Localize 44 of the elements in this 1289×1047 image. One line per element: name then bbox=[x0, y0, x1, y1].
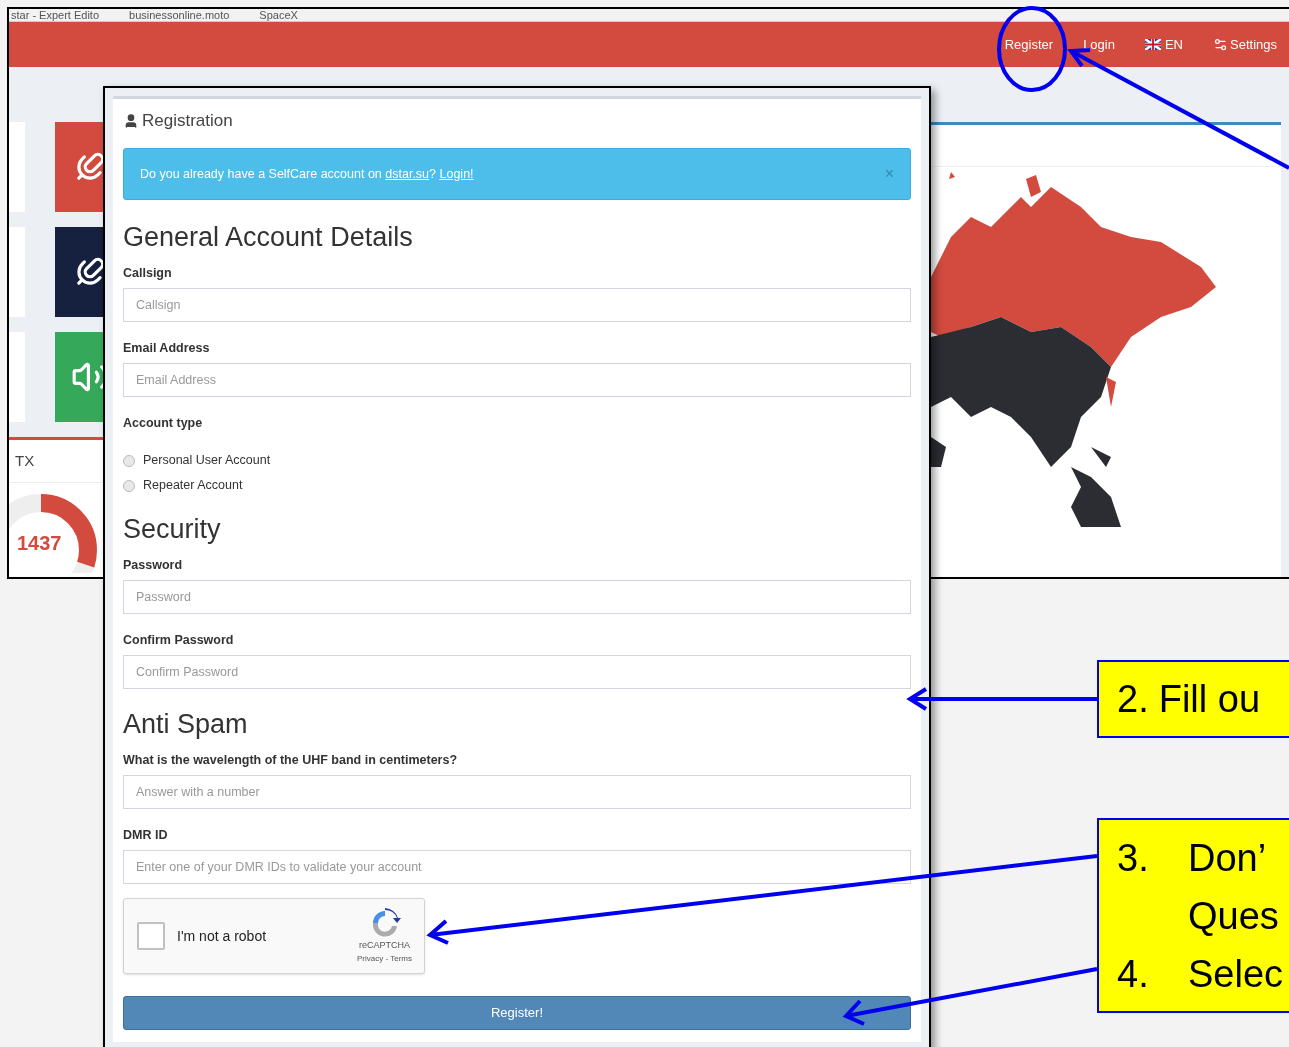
nav-link[interactable]: Login bbox=[1083, 35, 1115, 55]
step-text: Don’ bbox=[1188, 835, 1268, 881]
panel-title: Registration bbox=[142, 110, 233, 133]
register-button[interactable]: Register! bbox=[123, 996, 911, 1030]
captcha-links[interactable]: Privacy - Terms bbox=[357, 952, 412, 965]
text-input[interactable]: Confirm Password bbox=[123, 655, 911, 689]
text-input[interactable]: Email Address bbox=[123, 363, 911, 397]
radio-label: Personal User Account bbox=[143, 452, 271, 470]
text-input[interactable]: Enter one of your DMR IDs to validate your account bbox=[123, 850, 911, 884]
step-number: 2. bbox=[1117, 677, 1149, 722]
flag-icon bbox=[1144, 39, 1161, 51]
field-label: Email Address bbox=[123, 340, 211, 356]
settings-link[interactable]: Settings bbox=[1213, 35, 1277, 55]
tx-count: 1437 bbox=[17, 531, 62, 555]
step-number: 3. bbox=[1117, 835, 1150, 881]
field-label: Callsign bbox=[123, 265, 173, 281]
step-text: Ques bbox=[1188, 893, 1279, 939]
field-label: Account type bbox=[123, 415, 204, 431]
step-number: 4. bbox=[1117, 951, 1150, 997]
field-label: DMR ID bbox=[123, 827, 169, 843]
radio-label: Repeater Account bbox=[143, 477, 243, 495]
bookmark-link[interactable]: star - Expert Edito bbox=[11, 9, 100, 22]
text-input[interactable]: Answer with a number bbox=[123, 775, 911, 809]
field-label: What is the wavelength of the UHF band in centimeters? bbox=[123, 752, 459, 768]
text-input[interactable]: Password bbox=[123, 580, 911, 614]
step-text: Selec bbox=[1188, 951, 1284, 997]
bookmark-link[interactable]: businessonline.moto bbox=[129, 9, 230, 22]
captcha-brand: reCAPTCHA bbox=[359, 939, 410, 953]
language-link[interactable]: EN bbox=[1144, 35, 1183, 55]
section-heading: Security bbox=[123, 513, 222, 545]
step-text: Fill ou bbox=[1158, 677, 1261, 722]
bookmark-link[interactable]: SpaceX bbox=[259, 9, 298, 22]
text-input[interactable]: Callsign bbox=[123, 288, 911, 322]
field-label: Password bbox=[123, 557, 184, 573]
captcha-label: I'm not a robot bbox=[177, 926, 267, 946]
section-heading: General Account Details bbox=[123, 221, 414, 253]
captcha-checkbox[interactable] bbox=[137, 922, 165, 950]
alert-message: Do you already have a SelfCare account on dstar.su? Login! bbox=[140, 165, 474, 183]
radio-button[interactable] bbox=[123, 479, 135, 492]
nav-link[interactable]: Register bbox=[1004, 35, 1054, 55]
user-icon bbox=[123, 113, 139, 129]
field-label: Confirm Password bbox=[123, 632, 235, 648]
section-heading: Anti Spam bbox=[123, 708, 249, 740]
radio-button[interactable] bbox=[123, 454, 135, 467]
